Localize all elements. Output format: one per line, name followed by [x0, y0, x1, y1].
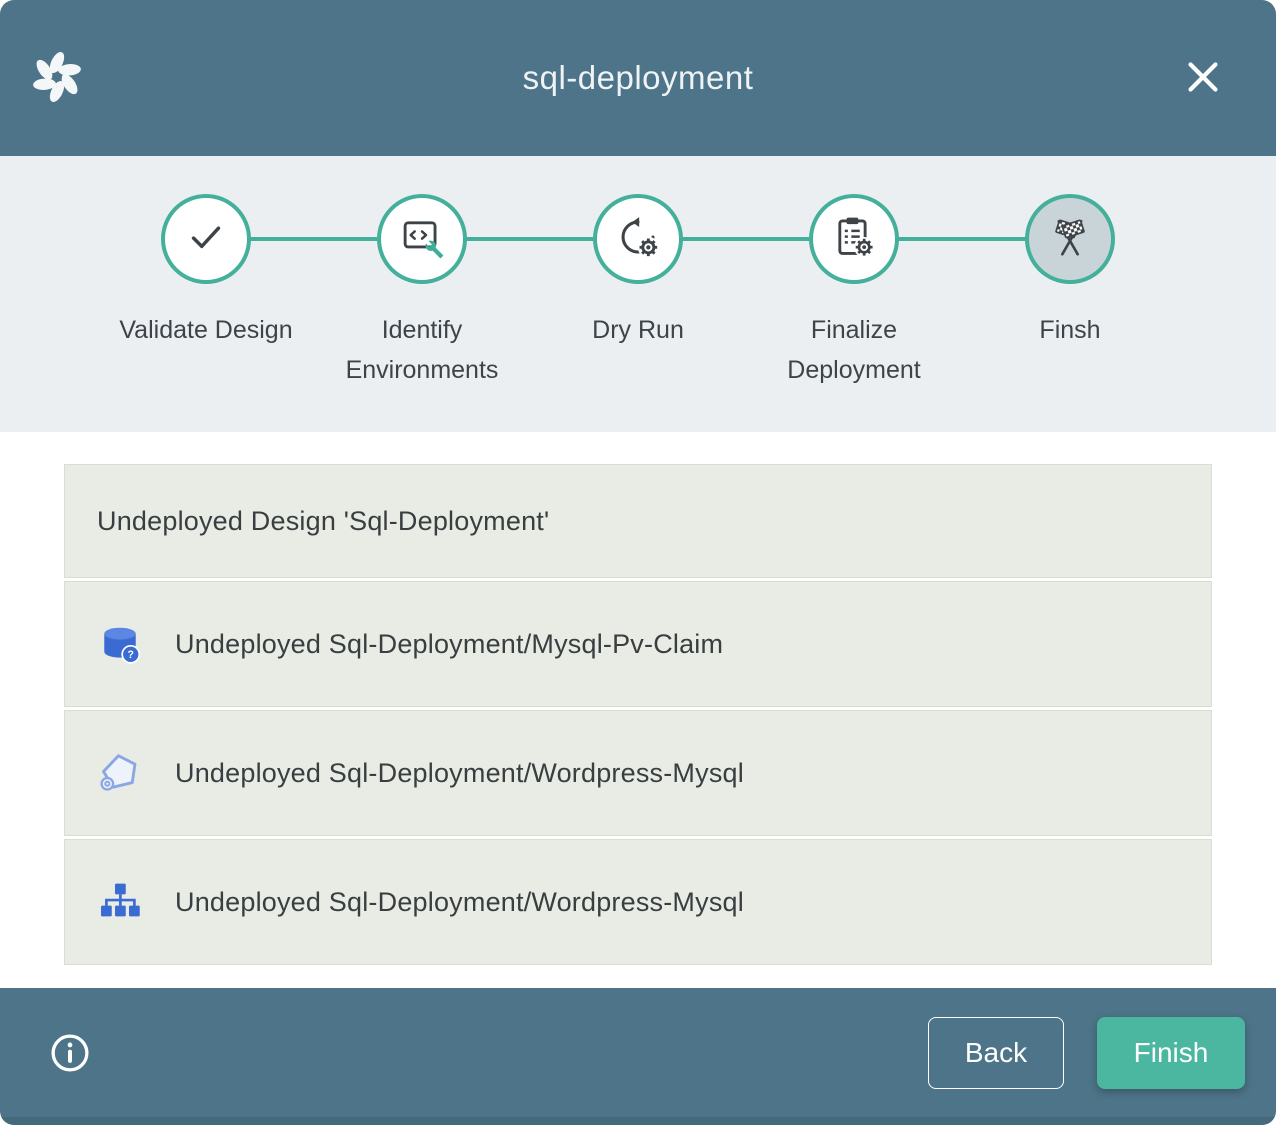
page-title: sql-deployment	[0, 59, 1276, 97]
step-circle-dry-run	[593, 194, 683, 284]
resource-status-text: Undeployed Sql-Deployment/Mysql-Pv-Claim	[175, 629, 723, 660]
design-status-text: Undeployed Design 'Sql-Deployment'	[97, 506, 549, 537]
step-label: Identify Environments	[333, 310, 511, 390]
step-circle-identify-environments	[377, 194, 467, 284]
list-item: Undeployed Sql-Deployment/Wordpress-Mysq…	[64, 839, 1212, 965]
resource-status-text: Undeployed Sql-Deployment/Wordpress-Mysq…	[175, 758, 744, 789]
info-button[interactable]	[48, 1031, 92, 1075]
info-icon	[48, 1063, 92, 1078]
step-identify-environments: Identify Environments	[314, 156, 530, 390]
step-label: Validate Design	[119, 310, 292, 350]
step-circle-finish	[1025, 194, 1115, 284]
step-finalize-deployment: Finalize Deployment	[746, 156, 962, 390]
svg-text:?: ?	[127, 649, 134, 661]
pentagon-badge-icon	[97, 750, 143, 796]
list-item: ? Undeployed Sql-Deployment/Mysql-Pv-Cla…	[64, 581, 1212, 707]
list-item: Undeployed Sql-Deployment/Wordpress-Mysq…	[64, 710, 1212, 836]
checkmark-icon	[183, 214, 229, 265]
step-finish: Finsh	[962, 156, 1178, 390]
rerun-gear-icon	[615, 214, 661, 265]
deployment-wizard-modal: sql-deployment Validate Design	[0, 0, 1276, 1125]
meshery-logo	[26, 46, 88, 108]
close-x-icon	[1180, 88, 1226, 103]
finish-button[interactable]: Finish	[1097, 1017, 1245, 1089]
code-window-wrench-icon	[399, 214, 445, 265]
results-panel: Undeployed Design 'Sql-Deployment' ? Und…	[0, 432, 1276, 988]
resource-status-text: Undeployed Sql-Deployment/Wordpress-Mysq…	[175, 887, 744, 918]
close-button[interactable]	[1180, 54, 1226, 100]
checkered-flags-icon	[1047, 214, 1093, 265]
step-circle-finalize-deployment	[809, 194, 899, 284]
undeploy-results-list: Undeployed Design 'Sql-Deployment' ? Und…	[64, 464, 1212, 965]
wizard-stepper: Validate Design Identify Environme	[0, 156, 1276, 432]
step-label: Dry Run	[592, 310, 684, 350]
clipboard-gear-icon	[831, 214, 877, 265]
database-icon: ?	[97, 621, 143, 667]
step-circle-validate-design	[161, 194, 251, 284]
list-header-row: Undeployed Design 'Sql-Deployment'	[64, 464, 1212, 578]
step-dry-run: Dry Run	[530, 156, 746, 390]
hierarchy-icon	[97, 879, 143, 925]
step-label: Finsh	[1039, 310, 1100, 350]
step-label: Finalize Deployment	[765, 310, 943, 390]
modal-footer: Back Finish	[0, 988, 1276, 1125]
back-button[interactable]: Back	[928, 1017, 1064, 1089]
step-validate-design: Validate Design	[98, 156, 314, 390]
modal-header: sql-deployment	[0, 0, 1276, 156]
